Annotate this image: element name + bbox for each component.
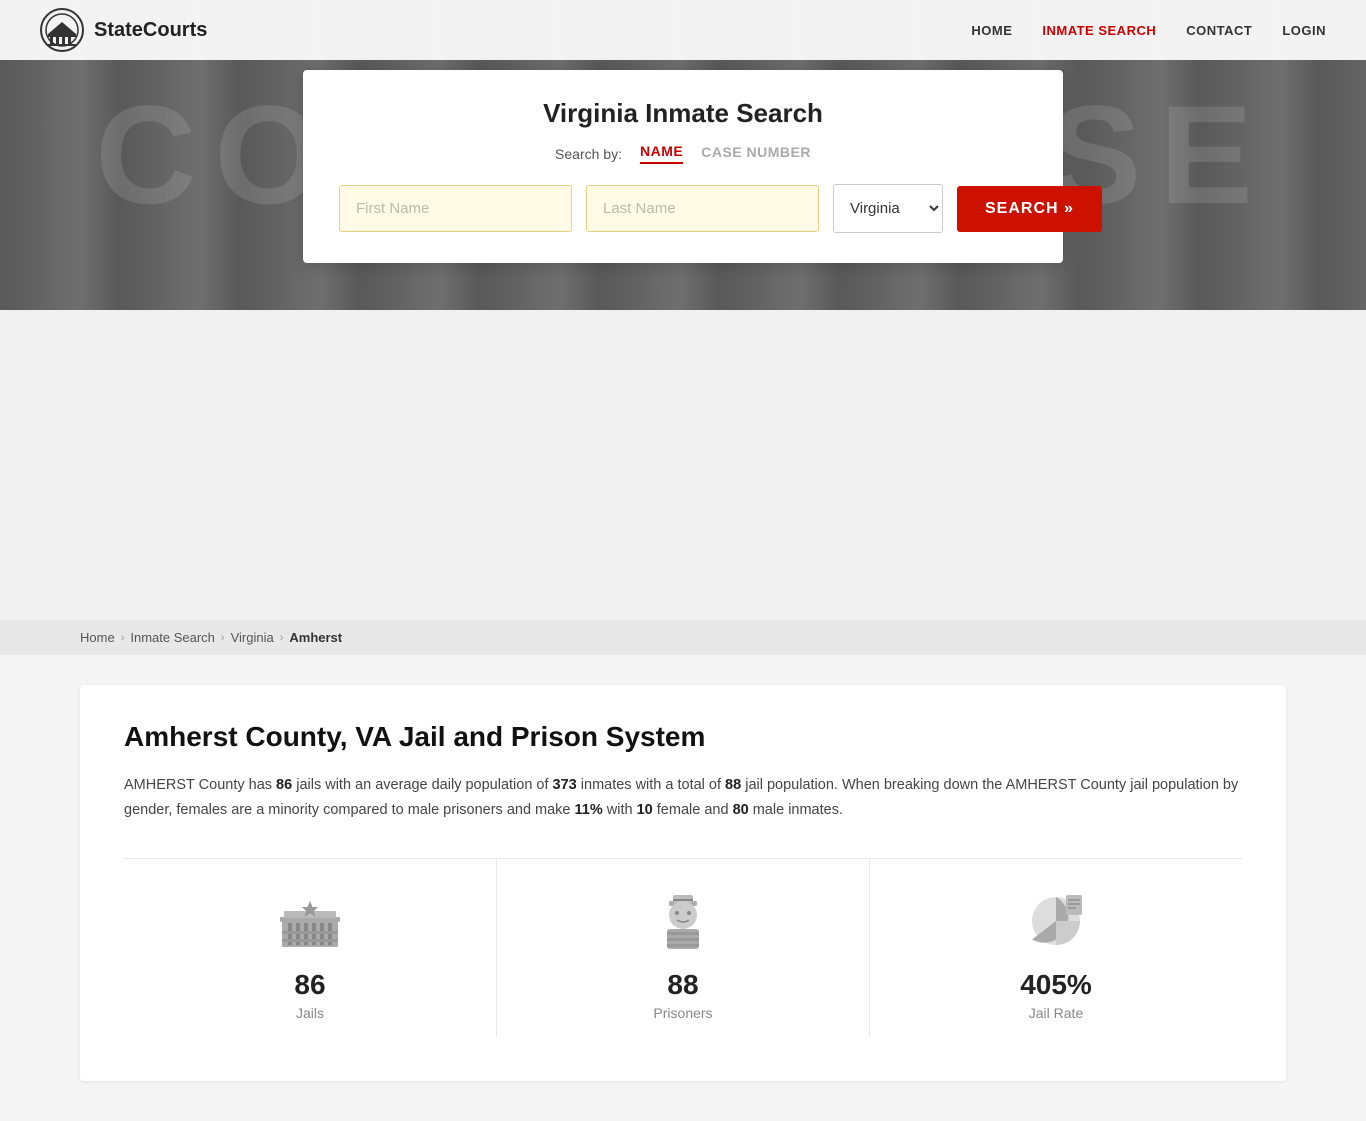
nav-inmate-search[interactable]: INMATE SEARCH — [1042, 23, 1156, 38]
nav-home[interactable]: HOME — [971, 23, 1012, 38]
logo[interactable]: StateCourts — [40, 8, 207, 52]
breadcrumb-sep-3: › — [280, 632, 284, 644]
search-button[interactable]: SEARCH » — [957, 186, 1102, 232]
breadcrumb-sep-2: › — [221, 632, 225, 644]
breadcrumb-sep-1: › — [121, 632, 125, 644]
content-title: Amherst County, VA Jail and Prison Syste… — [124, 721, 1242, 753]
header: COURTHOUSE StateCourts HOME INMATE SEARC… — [0, 0, 1366, 310]
stats-row: 86 Jails — [124, 858, 1242, 1037]
chart-pie-icon — [1020, 883, 1092, 955]
jail-building-icon — [274, 883, 346, 955]
stat-jail-rate: 405% Jail Rate — [870, 859, 1242, 1037]
stat-jail-rate-label: Jail Rate — [1029, 1005, 1083, 1021]
search-inputs: Virginia Alabama Alaska California Flori… — [339, 184, 1027, 233]
stat-prisoners-number: 88 — [667, 969, 698, 1001]
stat-jail-rate-number: 405% — [1020, 969, 1092, 1001]
stat-prisoners-label: Prisoners — [653, 1005, 712, 1021]
breadcrumb-current: Amherst — [289, 630, 342, 645]
stat-jails: 86 Jails — [124, 859, 497, 1037]
breadcrumb-home[interactable]: Home — [80, 630, 115, 645]
search-by-label: Search by: — [555, 146, 622, 162]
stat-jails-label: Jails — [296, 1005, 324, 1021]
search-card-title: Virginia Inmate Search — [339, 98, 1027, 129]
nav-links: HOME INMATE SEARCH CONTACT LOGIN — [971, 23, 1326, 38]
search-by-row: Search by: NAME CASE NUMBER — [339, 143, 1027, 164]
tab-case-number[interactable]: CASE NUMBER — [701, 144, 811, 163]
content-card: Amherst County, VA Jail and Prison Syste… — [80, 685, 1286, 1081]
tab-name[interactable]: NAME — [640, 143, 683, 164]
nav-login[interactable]: LOGIN — [1282, 23, 1326, 38]
stat-prisoners: 88 Prisoners — [497, 859, 870, 1037]
state-select[interactable]: Virginia Alabama Alaska California Flori… — [833, 184, 943, 233]
first-name-input[interactable] — [339, 185, 572, 232]
stat-jails-number: 86 — [294, 969, 325, 1001]
nav-contact[interactable]: CONTACT — [1186, 23, 1252, 38]
search-card: Virginia Inmate Search Search by: NAME C… — [303, 70, 1063, 263]
content-description: AMHERST County has 86 jails with an aver… — [124, 773, 1242, 822]
breadcrumb: Home › Inmate Search › Virginia › Amhers… — [0, 620, 1366, 655]
last-name-input[interactable] — [586, 185, 819, 232]
breadcrumb-inmate-search[interactable]: Inmate Search — [130, 630, 215, 645]
prisoner-icon — [647, 883, 719, 955]
logo-icon — [40, 8, 84, 52]
main-content: Amherst County, VA Jail and Prison Syste… — [0, 655, 1366, 1121]
logo-text: StateCourts — [94, 19, 207, 42]
breadcrumb-virginia[interactable]: Virginia — [231, 630, 274, 645]
nav-bar: StateCourts HOME INMATE SEARCH CONTACT L… — [0, 0, 1366, 60]
